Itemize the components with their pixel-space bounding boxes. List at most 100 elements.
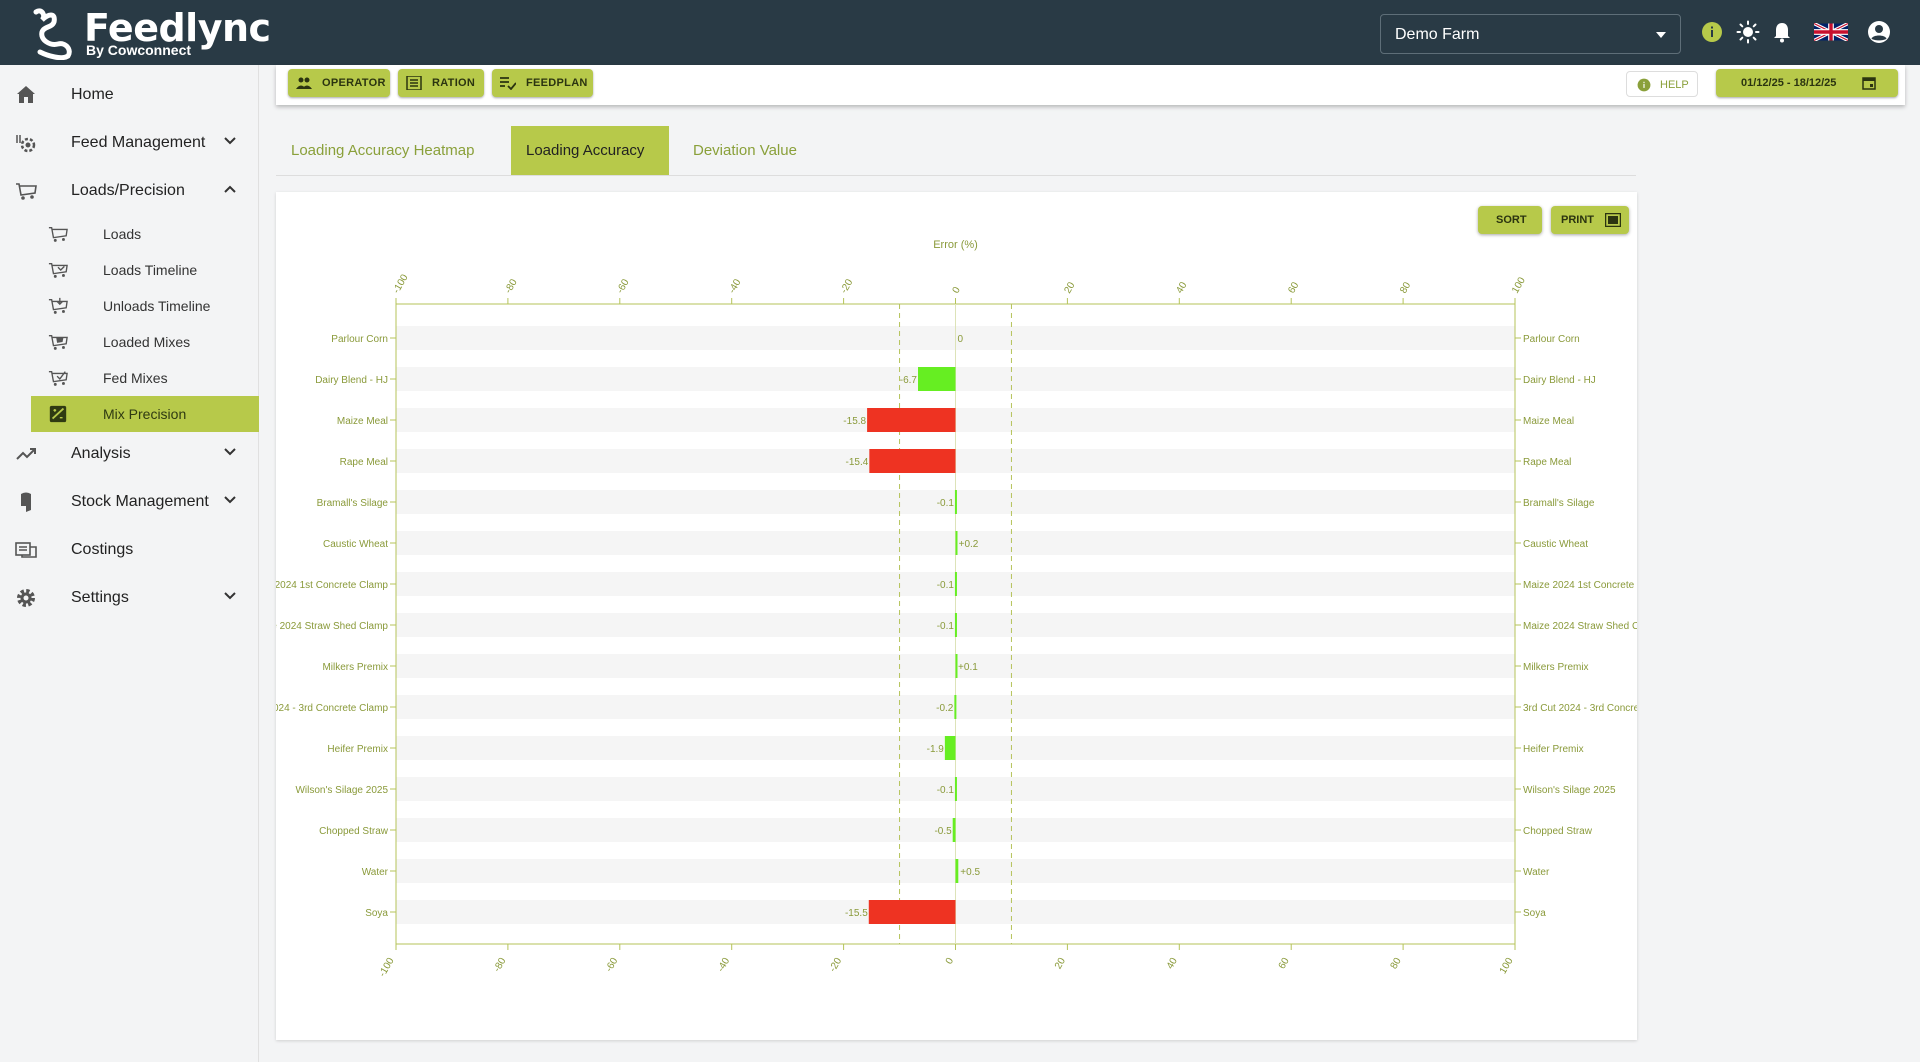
category-label-right: Milkers Premix bbox=[1523, 662, 1589, 673]
print-button[interactable]: PRINT bbox=[1551, 206, 1629, 234]
category-label-right: Soya bbox=[1523, 908, 1546, 919]
sidebar-item-stock-management[interactable]: Stock Management bbox=[0, 482, 258, 522]
farm-select[interactable]: Demo Farm bbox=[1380, 14, 1681, 54]
data-bar bbox=[954, 695, 957, 719]
x-tick-label-top: 60 bbox=[1286, 280, 1301, 296]
sidebar-subitem-loaded-mixes[interactable]: Loaded Mixes bbox=[31, 324, 259, 360]
data-bar bbox=[952, 818, 956, 842]
info-icon[interactable] bbox=[1700, 20, 1724, 44]
data-label: -15.5 bbox=[845, 908, 868, 919]
feedplan-button[interactable]: FEEDPLAN bbox=[492, 69, 593, 97]
x-tick-label-bottom: -20 bbox=[827, 956, 844, 974]
sidebar-item-analysis[interactable]: Analysis bbox=[0, 434, 258, 474]
sidebar-item-label: Costings bbox=[71, 541, 134, 558]
category-label-right: Dairy Blend - HJ bbox=[1523, 375, 1596, 386]
tab-label: Loading Accuracy bbox=[526, 142, 645, 159]
sidebar-subitem-loads-timeline[interactable]: Loads Timeline bbox=[31, 252, 259, 288]
x-tick-label-bottom: 0 bbox=[944, 956, 957, 967]
sidebar-subitem-label: Unloads Timeline bbox=[103, 298, 211, 314]
category-label-left: Bramall's Silage bbox=[317, 498, 389, 509]
sidebar-subitem-label: Loads Timeline bbox=[103, 262, 198, 278]
help-button[interactable]: HELP bbox=[1626, 71, 1698, 97]
sidebar-subitem-loads[interactable]: Loads bbox=[31, 216, 259, 252]
settings-icon bbox=[17, 589, 35, 607]
category-label-left: Maize 2024 Straw Shed Clamp bbox=[276, 621, 388, 632]
sidebar-item-loads-precision[interactable]: Loads/Precision bbox=[0, 171, 258, 211]
print-button-label: PRINT bbox=[1561, 214, 1594, 226]
x-tick-label-top: 20 bbox=[1062, 280, 1077, 296]
filter-toolbar: OPERATOR RATION FEEDPLAN HELP 01/12/25 -… bbox=[276, 65, 1905, 105]
category-label-left: 3rd Cut 2024 - 3rd Concrete Clamp bbox=[276, 703, 388, 714]
sidebar-item-label: Analysis bbox=[71, 445, 131, 462]
x-tick-label-top: -40 bbox=[727, 277, 744, 295]
x-tick-label-top: -60 bbox=[615, 277, 632, 295]
date-range-button[interactable]: 01/12/25 - 18/12/25 bbox=[1716, 69, 1898, 97]
feedplan-button-label: FEEDPLAN bbox=[526, 77, 588, 89]
data-label: -1.9 bbox=[927, 744, 945, 755]
sidebar-subitem-mix-precision[interactable]: Mix Precision bbox=[31, 396, 259, 432]
ration-button-label: RATION bbox=[432, 77, 476, 89]
data-label: -0.2 bbox=[936, 703, 954, 714]
x-tick-label-bottom: -100 bbox=[377, 956, 397, 979]
silo-icon bbox=[21, 492, 31, 512]
data-bar bbox=[954, 613, 957, 637]
category-label-right: Caustic Wheat bbox=[1523, 539, 1588, 550]
data-label: +0.1 bbox=[958, 662, 978, 673]
sidebar-item-settings[interactable]: Settings bbox=[0, 578, 258, 618]
wagon-unload-icon bbox=[48, 297, 68, 314]
sidebar-subitem-fed-mixes[interactable]: Fed Mixes bbox=[31, 360, 259, 396]
data-label: -0.1 bbox=[937, 580, 955, 591]
x-tick-label-bottom: 100 bbox=[1498, 956, 1516, 976]
data-label: -15.4 bbox=[846, 457, 869, 468]
chevron-down-icon[interactable] bbox=[222, 133, 238, 149]
sort-button[interactable]: SORT bbox=[1478, 206, 1542, 234]
x-tick-label-bottom: -40 bbox=[716, 956, 733, 974]
trending-up-icon bbox=[16, 448, 36, 460]
sidebar-item-feed-management[interactable]: Feed Management bbox=[0, 123, 258, 163]
chevron-down-icon[interactable] bbox=[222, 444, 238, 460]
chevron-down-icon[interactable] bbox=[222, 492, 238, 508]
data-label: -0.1 bbox=[937, 785, 955, 796]
tab-label: Loading Accuracy Heatmap bbox=[291, 142, 475, 159]
top-bar: Feedlync By Cowconnect Demo Farm bbox=[0, 0, 1920, 65]
chevron-up-icon[interactable] bbox=[222, 181, 238, 197]
data-label: -0.1 bbox=[937, 498, 955, 509]
tab-label: Deviation Value bbox=[693, 142, 797, 159]
sidebar-item-label: Settings bbox=[71, 589, 129, 606]
sidebar-subitem-unloads-timeline[interactable]: Unloads Timeline bbox=[31, 288, 259, 324]
operator-button[interactable]: OPERATOR bbox=[288, 69, 390, 97]
dropdown-arrow-icon bbox=[1656, 32, 1666, 38]
category-label-left: Maize Meal bbox=[337, 416, 388, 427]
feedlync-logo[interactable]: Feedlync By Cowconnect bbox=[28, 4, 271, 60]
notifications-icon[interactable] bbox=[1770, 20, 1794, 44]
x-tick-label-top: -20 bbox=[839, 277, 856, 295]
tab-loading-accuracy[interactable]: Loading Accuracy bbox=[511, 126, 669, 175]
chevron-down-icon[interactable] bbox=[222, 588, 238, 604]
data-bar bbox=[918, 367, 956, 391]
x-tick-label-top: -80 bbox=[503, 277, 520, 295]
category-label-right: Bramall's Silage bbox=[1523, 498, 1595, 509]
x-tick-label-bottom: 60 bbox=[1277, 956, 1292, 972]
category-label-right: Maize Meal bbox=[1523, 416, 1574, 427]
x-tick-label-bottom: 20 bbox=[1053, 956, 1068, 972]
tab-loading-accuracy-heatmap[interactable]: Loading Accuracy Heatmap bbox=[276, 126, 498, 175]
category-label-right: Chopped Straw bbox=[1523, 826, 1593, 837]
x-tick-label-top: 40 bbox=[1174, 280, 1189, 296]
tab-deviation-value[interactable]: Deviation Value bbox=[678, 126, 818, 175]
people-icon bbox=[296, 77, 312, 89]
brightness-icon[interactable] bbox=[1736, 20, 1760, 44]
data-label: -6.7 bbox=[900, 375, 918, 386]
uk-flag-icon[interactable] bbox=[1814, 23, 1848, 41]
sidebar-item-label: Feed Management bbox=[71, 134, 206, 151]
sidebar-item-costings[interactable]: Costings bbox=[0, 530, 258, 570]
sidebar-item-home[interactable]: Home bbox=[0, 75, 258, 115]
home-icon bbox=[17, 86, 35, 103]
x-tick-label-bottom: -80 bbox=[492, 956, 509, 974]
account-icon[interactable] bbox=[1867, 20, 1891, 44]
category-label-right: Maize 2024 Straw Shed Clamp bbox=[1523, 621, 1637, 632]
ration-button[interactable]: RATION bbox=[398, 69, 484, 97]
data-bar bbox=[955, 531, 958, 555]
sidebar-subitem-label: Fed Mixes bbox=[103, 370, 168, 386]
category-label-left: Maize 2024 1st Concrete Clamp bbox=[276, 580, 388, 591]
chart-tabs: Loading Accuracy Heatmap Loading Accurac… bbox=[276, 126, 1636, 176]
